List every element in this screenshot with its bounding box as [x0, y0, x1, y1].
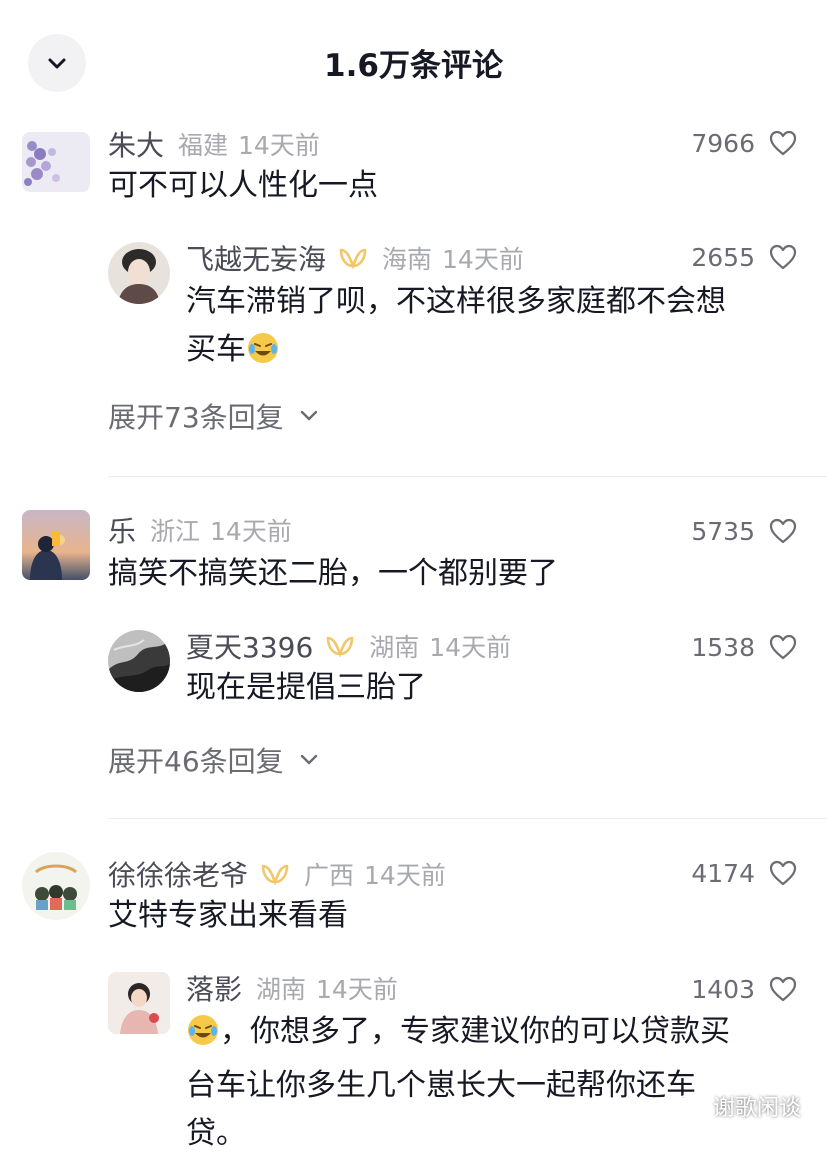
- reply-text[interactable]: 汽车滞销了呗，不这样很多家庭都不会想 买车: [186, 278, 726, 380]
- avatar[interactable]: [22, 852, 90, 920]
- reply-meta: 夏天3396 湖南 14天前: [186, 628, 511, 664]
- like-count: 1538: [691, 632, 755, 662]
- heart-icon: [769, 634, 797, 660]
- comment-meta: 朱大 福建 14天前: [108, 126, 320, 162]
- divider: [108, 476, 827, 477]
- location: 广西: [304, 861, 355, 890]
- expand-replies-button[interactable]: 展开73条回复: [108, 396, 318, 436]
- timestamp: 14天前: [238, 131, 320, 160]
- comment-meta: 乐 浙江 14天前: [108, 512, 292, 548]
- heart-icon: [769, 976, 797, 1002]
- location: 湖南: [369, 633, 420, 662]
- reply-text-line: 买车: [186, 326, 726, 380]
- like-button[interactable]: 7966: [691, 124, 797, 162]
- username[interactable]: 朱大: [108, 124, 164, 164]
- fan-badge-icon: [338, 247, 368, 269]
- reply-text-line: 台车让你多生几个崽长大一起帮你还车: [186, 1068, 696, 1103]
- avatar[interactable]: [108, 242, 170, 304]
- reply-meta: 飞越无妄海 海南 14天前: [186, 240, 524, 276]
- reply-text-line: 贷。: [186, 1116, 246, 1151]
- location: 福建: [178, 131, 229, 160]
- divider: [108, 818, 827, 819]
- avatar[interactable]: [108, 630, 170, 692]
- timestamp: 14天前: [364, 861, 446, 890]
- username[interactable]: 乐: [108, 510, 136, 550]
- username[interactable]: 徐徐徐老爷: [108, 854, 248, 894]
- chevron-down-icon: [300, 410, 317, 421]
- wechat-icon: [675, 1095, 704, 1117]
- comment-meta: 徐徐徐老爷 广西 14天前: [108, 856, 446, 892]
- location: 浙江: [150, 517, 201, 546]
- like-button[interactable]: 1538: [691, 628, 797, 666]
- like-count: 2655: [691, 242, 755, 272]
- like-button[interactable]: 4174: [691, 854, 797, 892]
- reply-text[interactable]: ，你想多了，专家建议你的可以贷款买 台车让你多生几个崽长大一起帮你还车 贷。: [186, 1008, 730, 1158]
- like-count: 1403: [691, 974, 755, 1004]
- comments-header: 1.6万条评论: [0, 0, 827, 128]
- heart-icon: [769, 244, 797, 270]
- timestamp: 14天前: [442, 245, 524, 274]
- location: 湖南: [256, 975, 307, 1004]
- heart-icon: [769, 130, 797, 156]
- laugh-cry-emoji-icon: [246, 331, 280, 380]
- reply-text-line: ，你想多了，专家建议你的可以贷款买: [186, 1008, 730, 1062]
- reply-text-line: 汽车滞销了呗，不这样很多家庭都不会想: [186, 284, 726, 319]
- comment-text[interactable]: 艾特专家出来看看: [108, 892, 348, 940]
- timestamp: 14天前: [316, 975, 398, 1004]
- reply-meta: 落影 湖南 14天前: [186, 970, 398, 1006]
- timestamp: 14天前: [210, 517, 292, 546]
- laugh-cry-emoji-icon: [186, 1013, 220, 1062]
- like-button[interactable]: 2655: [691, 238, 797, 276]
- username[interactable]: 飞越无妄海: [186, 238, 326, 278]
- username[interactable]: 落影: [186, 968, 242, 1008]
- timestamp: 14天前: [429, 633, 512, 662]
- heart-icon: [769, 518, 797, 544]
- watermark: 谢歌闲谈: [675, 1090, 801, 1122]
- watermark-label: 谢歌闲谈: [712, 1096, 801, 1121]
- expand-replies-label: 展开46条回复: [108, 745, 284, 778]
- like-count: 7966: [691, 128, 755, 158]
- fan-badge-icon: [325, 635, 355, 657]
- expand-replies-button[interactable]: 展开46条回复: [108, 740, 318, 780]
- fan-badge-icon: [260, 863, 290, 885]
- like-count: 5735: [691, 516, 755, 546]
- username[interactable]: 夏天3396: [186, 626, 313, 666]
- avatar[interactable]: [22, 510, 90, 580]
- location: 海南: [382, 245, 433, 274]
- like-count: 4174: [691, 858, 755, 888]
- comment-count-title: 1.6万条评论: [324, 48, 503, 84]
- reply-text[interactable]: 现在是提倡三胎了: [186, 664, 426, 712]
- heart-icon: [769, 860, 797, 886]
- chevron-down-icon: [300, 754, 317, 765]
- avatar[interactable]: [108, 972, 170, 1034]
- like-button[interactable]: 1403: [691, 970, 797, 1008]
- comment-text[interactable]: 可不可以人性化一点: [108, 162, 378, 210]
- like-button[interactable]: 5735: [691, 512, 797, 550]
- avatar[interactable]: [22, 132, 90, 192]
- expand-replies-label: 展开73条回复: [108, 401, 284, 434]
- comment-text[interactable]: 搞笑不搞笑还二胎，一个都别要了: [108, 550, 558, 598]
